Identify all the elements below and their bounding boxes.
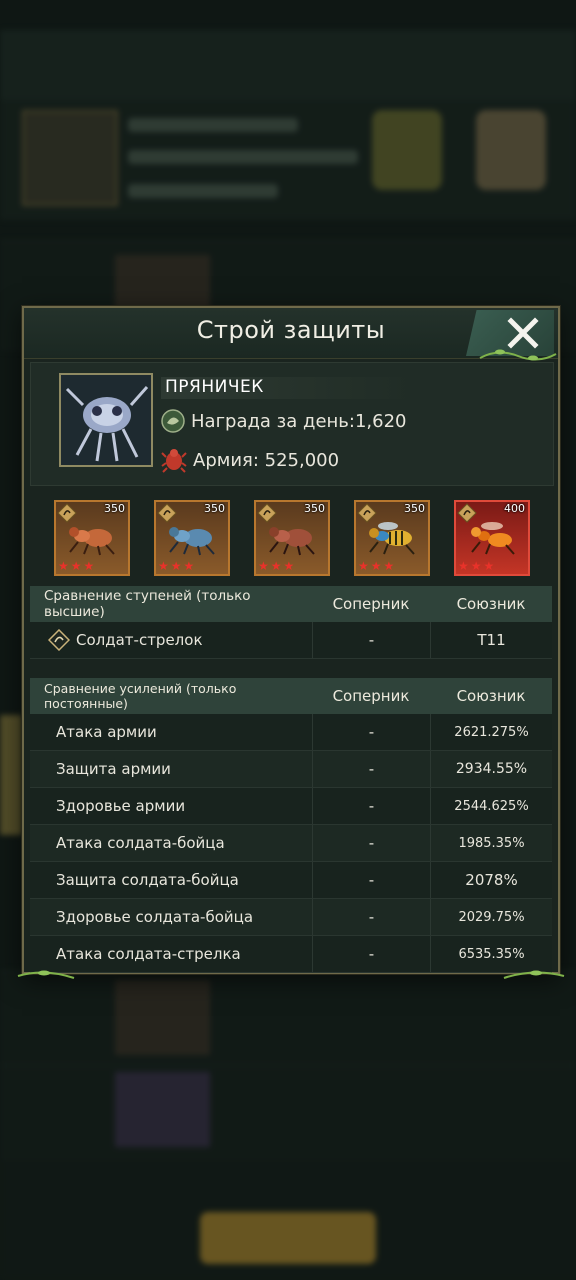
ally-value: 2544.625% xyxy=(430,788,552,824)
vine-decoration-icon xyxy=(17,970,565,979)
row-name-cell: Солдат-стрелок xyxy=(30,629,312,651)
ally-value: 2029.75% xyxy=(430,899,552,935)
row-name: Защита армии xyxy=(56,760,171,778)
army-row: Армия: 525,000 xyxy=(161,447,339,473)
rival-value: - xyxy=(312,862,430,898)
troop-level: 400 xyxy=(504,502,525,515)
bg-row-thumb xyxy=(115,1072,210,1147)
bg-text-line xyxy=(128,150,358,164)
defense-formation-dialog: Строй защиты ПРЯНИЧЕК Награда за день:1,… xyxy=(17,306,565,979)
troop-slot[interactable]: 350 ★★★ xyxy=(254,500,330,576)
row-name: Атака солдата-бойца xyxy=(56,834,225,852)
row-name: Атака солдата-стрелка xyxy=(56,945,241,963)
table-row: Здоровье армии - 2544.625% xyxy=(30,788,552,825)
bg-chest-icon xyxy=(372,110,442,190)
header-ally: Союзник xyxy=(456,687,526,705)
header-rival: Соперник xyxy=(332,595,410,613)
troop-slot[interactable]: 400 ★★★ xyxy=(454,500,530,576)
row-name: Здоровье солдата-бойца xyxy=(56,908,254,926)
rival-value: - xyxy=(312,622,430,658)
bg-chest-icon xyxy=(476,110,546,190)
row-name: Солдат-стрелок xyxy=(76,631,203,649)
dialog-header: Строй защиты xyxy=(24,308,558,361)
table-row: Атака армии - 2621.275% xyxy=(30,714,552,751)
rival-value: - xyxy=(312,714,430,750)
troop-level: 350 xyxy=(104,502,125,515)
fire-ant-icon xyxy=(69,527,115,556)
avatar[interactable] xyxy=(59,373,153,467)
rival-value: - xyxy=(312,899,430,935)
troop-stars: ★★★ xyxy=(458,559,497,573)
bg-thumbnail xyxy=(22,110,118,206)
rival-value: - xyxy=(312,751,430,787)
bg-text-line xyxy=(128,184,278,198)
boost-comparison-table: Сравнение усилений (только постоянные) С… xyxy=(30,678,552,973)
row-name: Здоровье армии xyxy=(56,797,186,815)
shooter-badge-icon xyxy=(48,629,70,651)
troop-stars: ★★★ xyxy=(258,559,297,573)
header-title: Сравнение ступеней (только высшие) xyxy=(44,588,251,620)
bg-top-bar xyxy=(0,30,576,100)
ally-value: 2078% xyxy=(430,862,552,898)
player-name: ПРЯНИЧЕК xyxy=(161,377,415,399)
troop-stars: ★★★ xyxy=(158,559,197,573)
rival-value: - xyxy=(312,788,430,824)
bg-text-line xyxy=(128,118,298,132)
ally-value: 1985.35% xyxy=(430,825,552,861)
troop-slot[interactable]: 350 ★★★ xyxy=(54,500,130,576)
vine-decoration-icon xyxy=(479,349,557,361)
ally-value: 2621.275% xyxy=(430,714,552,750)
troop-slots: 350 ★★★ 350 ★★★ 350 ★★★ 350 ★★★ 400 ★★★ xyxy=(54,500,534,576)
brown-ant-icon xyxy=(269,527,315,556)
table-row: Защита армии - 2934.55% xyxy=(30,751,552,788)
ally-value: T11 xyxy=(430,622,552,658)
bg-row-thumb xyxy=(115,980,210,1055)
header-title: Сравнение усилений (только постоянные) xyxy=(44,681,237,711)
table-header: Сравнение усилений (только постоянные) С… xyxy=(30,678,552,714)
blue-ant-icon xyxy=(169,527,215,556)
ally-value: 2934.55% xyxy=(430,751,552,787)
row-name: Атака армии xyxy=(56,723,157,741)
army-ant-icon xyxy=(161,449,187,473)
header-ally: Союзник xyxy=(456,595,526,613)
tier-comparison-table: Сравнение ступеней (только высшие) Сопер… xyxy=(30,586,552,659)
daily-reward-text: Награда за день:1,620 xyxy=(191,410,407,432)
row-name: Защита солдата-бойца xyxy=(56,871,239,889)
troop-stars: ★★★ xyxy=(58,559,97,573)
troop-stars: ★★★ xyxy=(358,559,397,573)
bg-side-tab xyxy=(0,715,22,835)
troop-level: 350 xyxy=(304,502,325,515)
table-header: Сравнение ступеней (только высшие) Сопер… xyxy=(30,586,552,622)
player-profile-panel: ПРЯНИЧЕК Награда за день:1,620 Армия: 52… xyxy=(30,362,554,486)
table-row: Защита солдата-бойца - 2078% xyxy=(30,862,552,899)
bg-action-button xyxy=(200,1212,376,1264)
troop-slot[interactable]: 350 ★★★ xyxy=(354,500,430,576)
daily-reward-row: Награда за день:1,620 xyxy=(161,409,407,433)
troop-level: 350 xyxy=(204,502,225,515)
army-text: Армия: 525,000 xyxy=(193,449,340,471)
reward-coin-icon xyxy=(161,409,185,433)
orange-wasp-icon xyxy=(471,522,515,555)
header-rival: Соперник xyxy=(332,687,410,705)
troop-slot[interactable]: 350 ★★★ xyxy=(154,500,230,576)
table-row: Солдат-стрелок - T11 xyxy=(30,622,552,659)
table-row: Атака солдата-бойца - 1985.35% xyxy=(30,825,552,862)
rival-value: - xyxy=(312,825,430,861)
table-row: Здоровье солдата-бойца - 2029.75% xyxy=(30,899,552,936)
wasp-icon xyxy=(369,522,415,555)
ant-avatar-icon xyxy=(61,375,151,465)
troop-level: 350 xyxy=(404,502,425,515)
